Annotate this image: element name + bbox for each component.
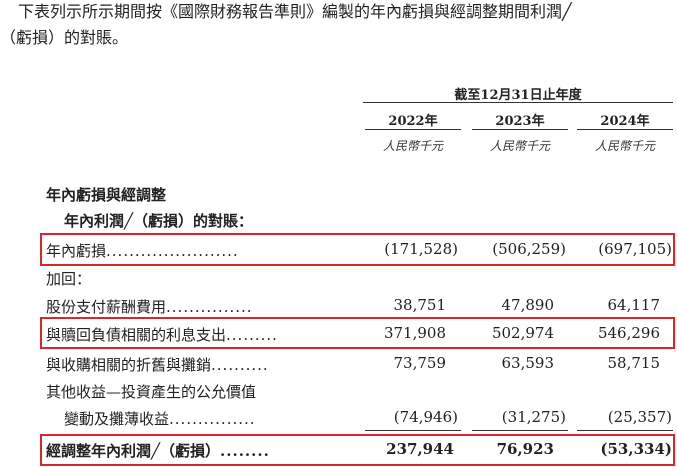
intro-line-2: （虧損）的對賬。: [0, 28, 129, 47]
section-title: 年內虧損與經調整: [46, 186, 167, 204]
value-2024: 64,117: [607, 296, 661, 314]
intro-line-1: 下表列示所示期間按《國際財務報告準則》編製的年內虧損與經調整期間利潤╱: [18, 2, 572, 21]
year-label: 2023年: [495, 114, 545, 129]
value-2023: 47,890: [501, 296, 555, 314]
value-2024: (25,357): [607, 408, 672, 426]
value-2022: 38,751: [393, 296, 447, 314]
subtotal-rule-2022: [365, 430, 461, 431]
year-rule: [577, 129, 673, 130]
value-2023: (31,275): [501, 408, 566, 426]
subtotal-rule-2024: [577, 430, 673, 431]
subtotal-rule-2023: [472, 430, 568, 431]
section-subtitle: 年內利潤╱（虧損）的對賬：: [64, 212, 254, 230]
period-rule: [363, 102, 673, 103]
year-label: 2022年: [388, 114, 438, 129]
period-header: 截至12月31日止年度: [454, 88, 582, 103]
row-label: 變動及攤薄收益...............: [64, 410, 256, 428]
value-2023: 63,593: [501, 354, 555, 372]
highlight-box-adjusted: [40, 434, 675, 466]
value-2022: 73,759: [393, 354, 447, 372]
value-2022: (74,946): [393, 408, 458, 426]
unit-label: 人民幣千元: [382, 139, 443, 153]
unit-label: 人民幣千元: [594, 139, 655, 153]
year-label: 2024年: [600, 114, 650, 129]
row-label: 其他收益—投資產生的公允價值: [46, 383, 257, 401]
highlight-box-interest: [40, 317, 675, 349]
year-rule: [472, 129, 568, 130]
highlight-box-loss: [40, 233, 675, 266]
unit-label: 人民幣千元: [489, 139, 550, 153]
row-label: 與收購相關的折舊與攤銷..........: [46, 356, 269, 374]
row-label: 股份支付薪酬費用...............: [46, 298, 253, 316]
row-label: 加回：: [46, 270, 92, 288]
value-2024: 58,715: [607, 354, 661, 372]
year-rule: [365, 129, 461, 130]
